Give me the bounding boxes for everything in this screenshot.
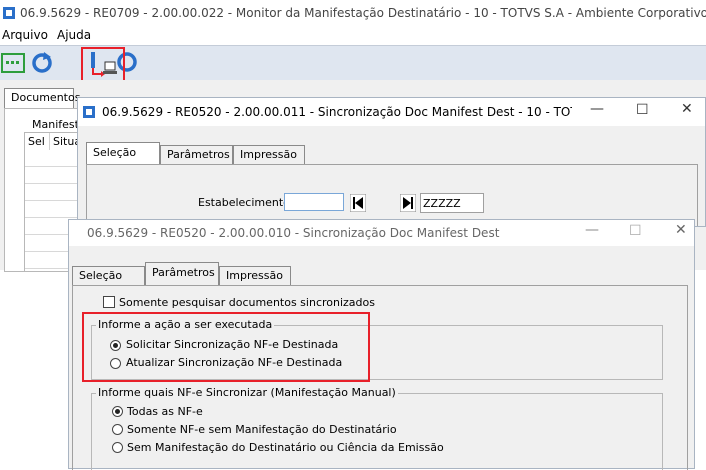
dialog1-title: 06.9.5629 - RE0520 - 2.00.00.011 - Sincr… [102, 105, 572, 119]
sync-group-title: Informe quais NF-e Sincronizar (Manifest… [96, 386, 398, 399]
dialog2-maximize-icon[interactable]: ☐ [629, 223, 642, 239]
toolbar [0, 45, 706, 83]
grid-header: Sel Situa [25, 133, 85, 151]
estabelecimento-end-input[interactable] [420, 193, 484, 213]
dialog2-tab-parametros-label: Parâmetros [152, 266, 215, 279]
app-icon [3, 7, 15, 19]
menu-ajuda[interactable]: Ajuda [57, 28, 91, 42]
dialog1-tab-parametros-label: Parâmetros [167, 148, 230, 161]
dialog1-minimize-icon[interactable]: — [590, 101, 604, 117]
sync-option-sem-manifestacao-label: Somente NF-e sem Manifestação do Destina… [127, 423, 397, 436]
estabelecimento-label: Estabelecimento: [198, 196, 294, 209]
dialog2-close-icon[interactable]: ✕ [675, 222, 687, 238]
estabelecimento-start-input[interactable] [284, 193, 344, 211]
dialog1-app-icon [83, 106, 95, 118]
dialog2-titlebar: 06.9.5629 - RE0520 - 2.00.00.010 - Sincr… [69, 220, 694, 246]
sync-option-todas-label: Todas as NF-e [127, 405, 203, 418]
toolbar-highlight-box [81, 47, 125, 83]
dialog1-titlebar: 06.9.5629 - RE0520 - 2.00.00.011 - Sincr… [78, 98, 705, 126]
dialog2-tab-selecao-label: Seleção [79, 269, 123, 282]
action-group-highlight-box [82, 312, 370, 382]
dialog1-tab-selecao[interactable]: Seleção [86, 142, 160, 164]
dialog2-minimize-icon[interactable]: — [585, 222, 599, 238]
tab-documentos-label: Documentos [11, 91, 81, 104]
sincronizados-checkbox[interactable] [103, 296, 115, 308]
grid-header-sel[interactable]: Sel [28, 135, 45, 148]
dialog2-tab-impressao-label: Impressão [226, 269, 283, 282]
tab-documentos[interactable]: Documentos [4, 88, 80, 108]
dialog2-tab-selecao[interactable]: Seleção [72, 266, 145, 285]
dialog1-tab-selecao-label: Seleção [93, 146, 137, 159]
dialog2-tab-parametros[interactable]: Parâmetros [145, 262, 219, 286]
menu-arquivo[interactable]: Arquivo [2, 28, 48, 42]
sync-group: Informe quais NF-e Sincronizar (Manifest… [91, 386, 663, 470]
refresh-icon[interactable] [31, 52, 53, 74]
dialog1-tab-parametros[interactable]: Parâmetros [160, 145, 233, 164]
sincronizados-checkbox-label: Somente pesquisar documentos sincronizad… [119, 296, 375, 309]
first-record-icon[interactable] [350, 194, 366, 212]
sync-option-sem-manifestacao-radio[interactable] [112, 424, 123, 435]
menu-bar: Arquivo Ajuda [0, 27, 706, 45]
dialog1-tab-impressao[interactable]: Impressão [233, 145, 305, 164]
dialog1-close-icon[interactable]: ✕ [681, 101, 693, 117]
sync-dialog-front: 06.9.5629 - RE0520 - 2.00.00.010 - Sincr… [68, 219, 695, 470]
sync-option-ciencia-label: Sem Manifestação do Destinatário ou Ciên… [127, 441, 444, 454]
dialog2-tab-impressao[interactable]: Impressão [219, 266, 291, 285]
sync-dialog-back: 06.9.5629 - RE0520 - 2.00.00.011 - Sincr… [77, 97, 706, 227]
last-record-icon[interactable] [400, 194, 416, 212]
sync-option-ciencia-radio[interactable] [112, 442, 123, 453]
main-window-title: 06.9.5629 - RE0709 - 2.00.00.022 - Monit… [20, 6, 706, 20]
main-titlebar: 06.9.5629 - RE0709 - 2.00.00.022 - Monit… [0, 0, 706, 27]
sync-option-todas-radio[interactable] [112, 406, 123, 417]
dialog1-tab-panel [86, 164, 698, 226]
dialog2-title: 06.9.5629 - RE0520 - 2.00.00.010 - Sincr… [87, 226, 500, 240]
dialog1-maximize-icon[interactable]: ☐ [636, 102, 649, 118]
grid-select-icon[interactable] [1, 53, 25, 73]
dialog1-tab-impressao-label: Impressão [240, 148, 297, 161]
